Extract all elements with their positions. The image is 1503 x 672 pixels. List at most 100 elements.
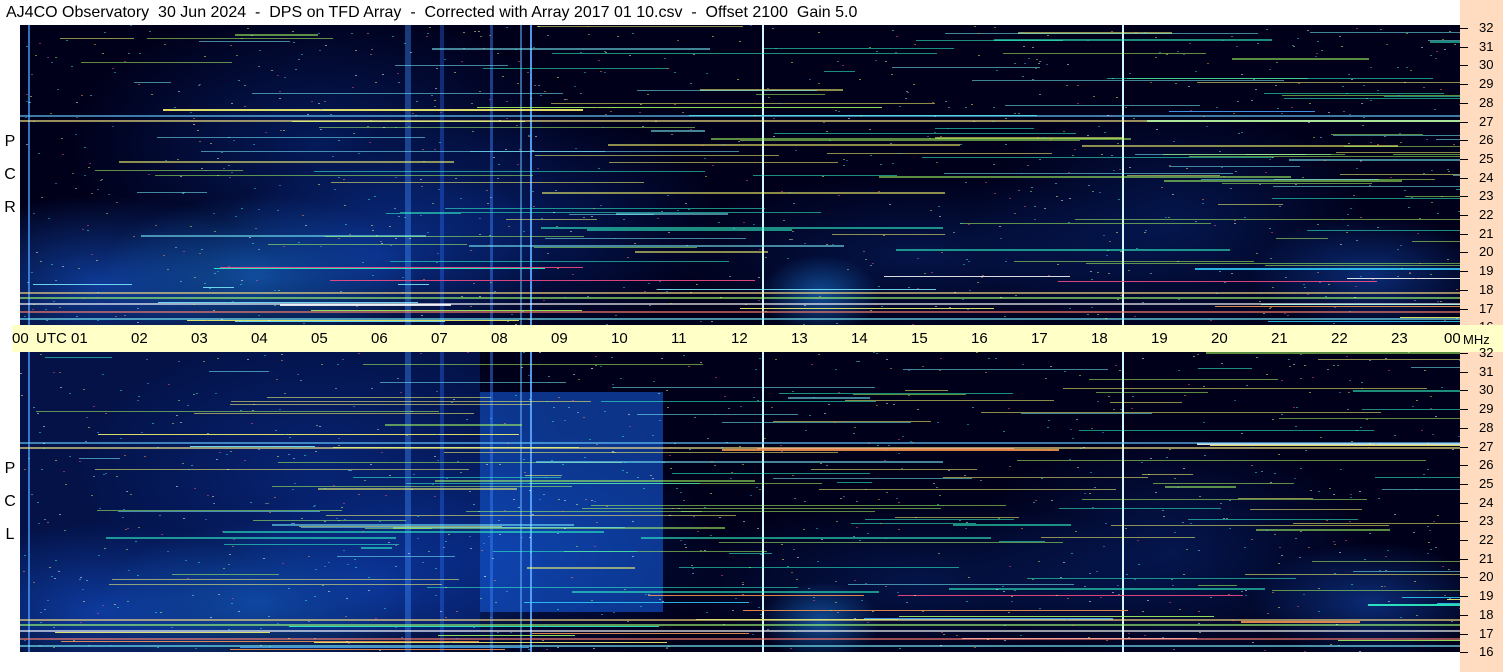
freq-tick bbox=[1460, 465, 1468, 467]
freq-tick bbox=[1460, 427, 1468, 429]
time-tick-label: 20 bbox=[1211, 330, 1228, 347]
freq-tick-label: 20 bbox=[1479, 569, 1494, 585]
pol-letter-c: C bbox=[4, 493, 16, 510]
freq-tick-label: 19 bbox=[1479, 588, 1494, 604]
time-tick-label: 21 bbox=[1271, 330, 1288, 347]
freq-tick bbox=[1460, 577, 1468, 579]
freq-tick bbox=[1460, 558, 1468, 560]
freq-axis-bottom: 32 31 30 29 28 27 26 25 24 23 22 21 20 19 18 17 16 bbox=[1460, 346, 1503, 672]
freq-tick-label: 17 bbox=[1479, 300, 1494, 316]
freq-tick bbox=[1460, 390, 1468, 392]
freq-tick bbox=[1460, 252, 1468, 254]
freq-tick bbox=[1460, 271, 1468, 273]
rcp-label: P C R bbox=[0, 125, 20, 224]
spectrogram-canvas bbox=[20, 25, 1460, 325]
freq-tick-label: 25 bbox=[1479, 475, 1494, 491]
freq-tick-label: 28 bbox=[1479, 94, 1494, 110]
freq-tick bbox=[1460, 196, 1468, 198]
time-tick-label: 06 bbox=[371, 330, 388, 347]
time-tick-label: 14 bbox=[851, 330, 868, 347]
freq-tick bbox=[1460, 540, 1468, 541]
freq-tick bbox=[1460, 28, 1468, 29]
chart-title: AJ4CO Observatory 30 Jun 2024 - DPS on T… bbox=[0, 0, 1460, 25]
freq-tick-label: 24 bbox=[1479, 169, 1494, 185]
rcp-spectrogram bbox=[20, 25, 1460, 325]
freq-tick-label: 22 bbox=[1479, 532, 1494, 547]
pol-letter-p: P bbox=[4, 133, 16, 150]
freq-tick bbox=[1460, 483, 1468, 485]
freq-tick-label: 27 bbox=[1479, 438, 1494, 454]
freq-tick bbox=[1460, 215, 1468, 216]
time-tick-label: 08 bbox=[491, 330, 508, 347]
freq-tick bbox=[1460, 84, 1468, 86]
freq-tick-label: 28 bbox=[1479, 419, 1494, 435]
freq-tick bbox=[1460, 233, 1468, 235]
time-tick-label: 05 bbox=[311, 330, 328, 347]
freq-tick bbox=[1460, 46, 1468, 48]
time-tick-label: 07 bbox=[431, 330, 448, 347]
freq-tick-label: 32 bbox=[1479, 20, 1494, 35]
freq-tick-label: 20 bbox=[1479, 244, 1494, 260]
freq-tick-label: 29 bbox=[1479, 76, 1494, 92]
time-tick-label: 02 bbox=[131, 330, 148, 347]
time-tick-label: 12 bbox=[731, 330, 748, 347]
freq-tick-label: 26 bbox=[1479, 457, 1494, 473]
freq-tick-label: 25 bbox=[1479, 150, 1494, 166]
pol-letter-p: P bbox=[4, 460, 16, 477]
freq-tick bbox=[1460, 289, 1468, 291]
time-tick-label: 00 bbox=[1444, 330, 1461, 347]
time-tick-label: 03 bbox=[191, 330, 208, 347]
time-tick-label: 11 bbox=[671, 330, 687, 347]
freq-tick bbox=[1460, 177, 1468, 179]
freq-tick-label: 18 bbox=[1479, 606, 1494, 622]
utc-label: UTC bbox=[36, 330, 67, 347]
time-tick-label: 04 bbox=[251, 330, 268, 347]
freq-tick bbox=[1460, 614, 1468, 616]
time-tick-label: 01 bbox=[71, 330, 88, 347]
time-tick-label: 18 bbox=[1091, 330, 1108, 347]
freq-tick-label: 18 bbox=[1479, 281, 1494, 297]
freq-tick-label: 31 bbox=[1479, 38, 1494, 54]
freq-tick bbox=[1460, 140, 1468, 142]
freq-tick-label: 30 bbox=[1479, 57, 1494, 73]
freq-tick bbox=[1460, 633, 1468, 635]
freq-tick-label: 30 bbox=[1479, 382, 1494, 398]
freq-tick bbox=[1460, 502, 1468, 504]
freq-tick-label: 16 bbox=[1479, 644, 1494, 660]
freq-tick-label: 29 bbox=[1479, 401, 1494, 417]
time-tick-label: 19 bbox=[1151, 330, 1168, 347]
freq-tick-label: 27 bbox=[1479, 113, 1494, 129]
freq-tick-label: 24 bbox=[1479, 494, 1494, 510]
lcp-label: P C L bbox=[0, 452, 20, 551]
time-tick-label: 00 bbox=[12, 330, 29, 347]
pol-letter-c: C bbox=[4, 166, 16, 183]
freq-tick-label: 21 bbox=[1479, 550, 1494, 566]
time-tick-label: 15 bbox=[911, 330, 928, 347]
freq-tick bbox=[1460, 158, 1468, 160]
freq-tick bbox=[1460, 652, 1468, 654]
freq-tick-label: 17 bbox=[1479, 625, 1494, 641]
spectrogram-canvas bbox=[20, 352, 1460, 652]
time-axis: 00 UTC 01 02 03 04 05 06 07 08 09 10 11 12 13 14 15 16 17 1… bbox=[12, 325, 1461, 352]
time-tick-label: 10 bbox=[611, 330, 628, 347]
freq-tick bbox=[1460, 521, 1468, 523]
freq-tick bbox=[1460, 102, 1468, 104]
freq-tick-label: 23 bbox=[1479, 188, 1494, 204]
time-tick-label: 16 bbox=[971, 330, 988, 347]
lcp-spectrogram bbox=[20, 352, 1460, 652]
freq-tick-label: 26 bbox=[1479, 132, 1494, 148]
freq-tick bbox=[1460, 308, 1468, 310]
freq-tick-label: 22 bbox=[1479, 207, 1494, 222]
freq-tick-label: 31 bbox=[1479, 363, 1494, 379]
freq-tick bbox=[1460, 446, 1468, 448]
pol-letter-r: R bbox=[4, 199, 16, 216]
freq-tick bbox=[1460, 409, 1468, 411]
time-tick-label: 09 bbox=[551, 330, 568, 347]
mhz-unit-label: MHz bbox=[1463, 332, 1490, 347]
freq-tick-label: 19 bbox=[1479, 263, 1494, 279]
time-tick-label: 17 bbox=[1031, 330, 1048, 347]
freq-tick-label: 32 bbox=[1479, 345, 1494, 360]
freq-tick bbox=[1460, 371, 1468, 373]
freq-tick-label: 23 bbox=[1479, 513, 1494, 529]
pol-letter-l: L bbox=[5, 526, 15, 543]
